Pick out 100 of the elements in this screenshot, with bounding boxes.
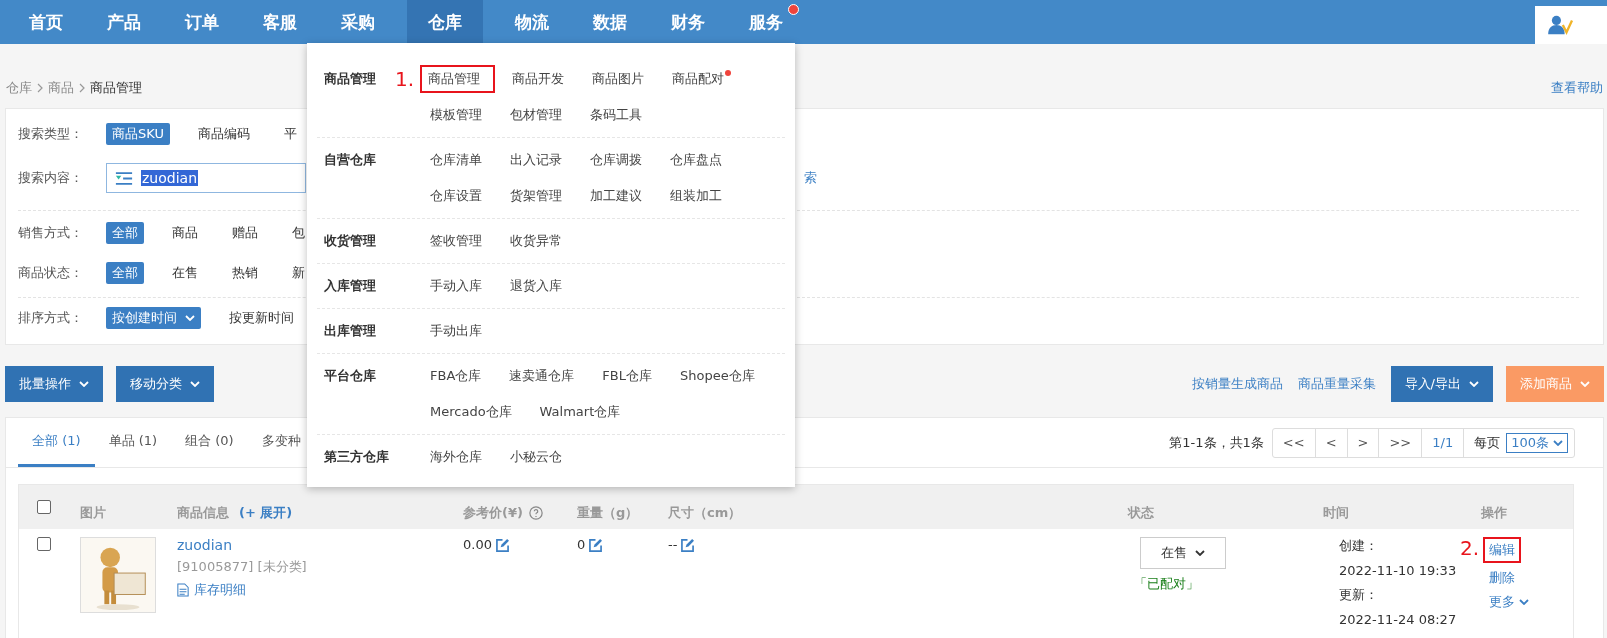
column-header: 操作 [1481, 504, 1507, 522]
per-page-select[interactable]: 100条 [1506, 432, 1568, 453]
filter-option[interactable]: 新 [286, 262, 311, 284]
pagination-button[interactable]: << [1272, 428, 1316, 457]
pagination-button[interactable]: < [1315, 428, 1348, 457]
filter-option[interactable]: 在售 [166, 262, 204, 284]
column-header: 重量（g） [577, 504, 639, 522]
filter-label: 搜索内容： [18, 169, 84, 187]
nav-item[interactable]: 数据 [571, 0, 649, 44]
menu-item[interactable]: 退货入库 [510, 277, 569, 295]
filter-option[interactable]: 商品编码 [191, 123, 256, 145]
dropdown-button[interactable]: 移动分类 [116, 366, 214, 402]
menu-section-heading: 自营仓库 [324, 151, 376, 169]
menu-item[interactable]: 收货异常 [510, 232, 569, 250]
pagination-button[interactable]: >> [1379, 428, 1423, 457]
checkbox[interactable] [37, 537, 51, 551]
menu-item[interactable]: 商品配对 [672, 70, 731, 88]
nav-item[interactable]: 服务 [727, 0, 805, 44]
menu-item[interactable]: 商品图片 [592, 70, 651, 88]
menu-item[interactable]: 组装加工 [670, 187, 729, 205]
pagination-button[interactable]: > [1347, 428, 1380, 457]
menu-item[interactable]: 海外仓库 [430, 448, 489, 466]
toolbar-link[interactable]: 按销量生成商品 [1191, 375, 1283, 393]
nav-item[interactable]: 客服 [241, 0, 319, 44]
menu-item[interactable]: FBA仓库 [430, 367, 489, 385]
action-link[interactable]: 删除 [1489, 569, 1515, 587]
edit-icon[interactable] [495, 539, 509, 552]
user-menu[interactable] [1535, 6, 1607, 44]
help-icon[interactable] [528, 506, 543, 520]
menu-item[interactable]: 条码工具 [590, 106, 649, 124]
filter-option[interactable]: 商品 [166, 222, 204, 244]
tab[interactable]: 单品 (1) [94, 418, 172, 467]
menu-item[interactable]: 出入记录 [510, 151, 569, 169]
menu-item[interactable]: 商品开发 [512, 70, 571, 88]
column-header: 参考价(¥) [463, 504, 523, 522]
status-select[interactable]: 在售 [1140, 537, 1226, 569]
table-cell: 0.00 [463, 537, 492, 552]
filter-label: 销售方式： [18, 224, 84, 242]
menu-item[interactable]: 包材管理 [510, 106, 569, 124]
edit-icon[interactable] [589, 539, 603, 552]
product-name-link[interactable]: zuodian [177, 537, 232, 553]
menu-item[interactable]: 货架管理 [510, 187, 569, 205]
nav-item[interactable]: 首页 [7, 0, 85, 44]
action-link[interactable]: 更多 [1489, 593, 1529, 611]
menu-item[interactable]: 仓库盘点 [670, 151, 729, 169]
menu-section-heading: 商品管理 [324, 70, 376, 88]
menu-item[interactable]: Walmart仓库 [539, 403, 628, 421]
filter-option[interactable]: 全部 [106, 262, 144, 284]
chevron-right-icon [37, 83, 43, 93]
nav-item[interactable]: 仓库 [407, 0, 483, 44]
checkbox[interactable] [37, 500, 51, 514]
menu-item[interactable]: 手动出库 [430, 322, 489, 340]
nav-item[interactable]: 采购 [319, 0, 397, 44]
filter-option[interactable]: 赠品 [226, 222, 264, 244]
action-link[interactable]: 编辑 [1483, 537, 1521, 563]
menu-item[interactable]: 仓库清单 [430, 151, 489, 169]
menu-item[interactable]: 签收管理 [430, 232, 489, 250]
filter-option[interactable]: 全部 [106, 222, 144, 244]
breadcrumb-item[interactable]: 商品管理 [90, 79, 142, 97]
filter-option[interactable]: 包 [286, 222, 311, 244]
menu-section-heading: 收货管理 [324, 232, 376, 250]
menu-item[interactable]: 小秘云仓 [510, 448, 569, 466]
document-icon [177, 583, 189, 597]
nav-item[interactable]: 订单 [163, 0, 241, 44]
help-link[interactable]: 查看帮助 [1551, 79, 1603, 97]
expand-link[interactable]: (+ 展开) [239, 504, 293, 522]
dropdown-button[interactable]: 导入/导出 [1390, 366, 1493, 402]
menu-item[interactable]: 速卖通仓库 [509, 367, 582, 385]
edit-icon[interactable] [681, 539, 695, 552]
menu-item[interactable]: FBL仓库 [602, 367, 659, 385]
notification-dot [788, 4, 799, 15]
column-header: 尺寸（cm） [668, 504, 742, 522]
pagination-button[interactable]: 1/1 [1422, 428, 1465, 457]
toolbar-link[interactable]: 商品重量采集 [1297, 375, 1376, 393]
nav-item[interactable]: 财务 [649, 0, 727, 44]
menu-item[interactable]: 模板管理 [430, 106, 489, 124]
stock-detail-link[interactable]: 库存明细 [194, 581, 246, 599]
sort-option[interactable]: 按更新时间 [223, 307, 300, 329]
user-icon [1547, 14, 1575, 36]
tab[interactable]: 组合 (0) [171, 418, 248, 467]
menu-item[interactable]: 手动入库 [430, 277, 489, 295]
nav-item[interactable]: 产品 [85, 0, 163, 44]
dropdown-button[interactable]: 批量操作 [5, 366, 103, 402]
chevron-down-icon [185, 315, 195, 321]
search-field[interactable]: zuodian [106, 163, 306, 193]
menu-item[interactable]: Shopee仓库 [679, 367, 762, 385]
menu-item[interactable]: 加工建议 [590, 187, 649, 205]
filter-option[interactable]: 平 [277, 123, 303, 145]
nav-item[interactable]: 物流 [493, 0, 571, 44]
menu-item[interactable]: Mercado仓库 [430, 403, 519, 421]
menu-section-heading: 平台仓库 [324, 367, 376, 385]
search-link[interactable]: 索 [804, 169, 817, 187]
sort-option[interactable]: 按创建时间 [106, 307, 201, 329]
column-header: 图片 [80, 504, 106, 522]
tab[interactable]: 全部 (1) [18, 418, 95, 467]
menu-item[interactable]: 仓库调拨 [590, 151, 649, 169]
menu-item[interactable]: 商品管理 [420, 65, 495, 93]
menu-item[interactable]: 仓库设置 [430, 187, 489, 205]
filter-option[interactable]: 热销 [226, 262, 264, 284]
filter-option[interactable]: 商品SKU [106, 123, 170, 145]
